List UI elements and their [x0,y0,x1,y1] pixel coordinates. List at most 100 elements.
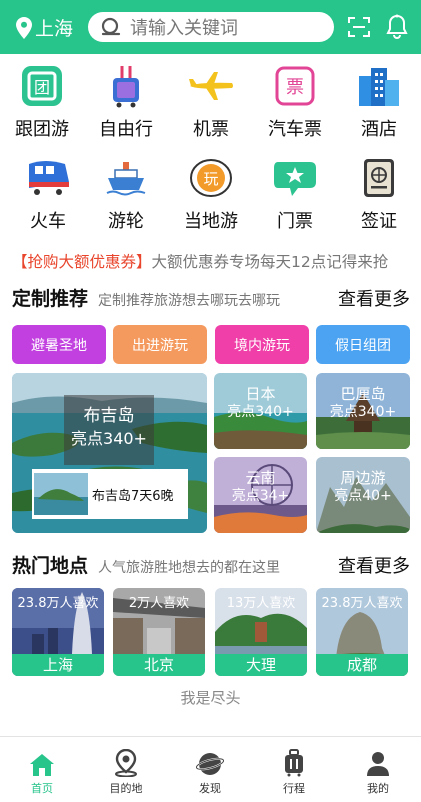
category-label: 当地游 [184,211,238,232]
category-cruises[interactable]: 游轮 [94,155,158,233]
card-name: 巴厘岛 [340,385,386,403]
tab-label: 行程 [283,782,305,795]
section-subtitle: 定制推荐旅游想去哪玩去哪玩 [98,293,281,309]
category-label: 自由行 [99,119,153,140]
featured-points: 亮点340+ [71,429,147,449]
featured-caption-box: 布吉岛7天6晚 [32,469,188,519]
place-city: 北京 [113,654,205,676]
tag-summer-resort[interactable]: 避暑圣地 [12,325,106,364]
card-overlay: 周边游 亮点40+ [316,469,410,505]
ticket-icon [274,162,316,196]
luggage-icon [113,66,139,108]
featured-info-overlay: 布吉岛 亮点340+ [64,395,154,465]
location-label: 上海 [35,18,74,40]
tag-domestic-travel[interactable]: 境内游玩 [215,325,309,364]
tab-itinerary[interactable]: 行程 [252,737,336,802]
category-local-tours[interactable]: 玩 当地游 [179,155,243,233]
category-label: 机票 [193,119,229,140]
hot-section-header: 热门地点 人气旅游胜地想去的都在这里 查看更多 [12,551,410,579]
view-more-link[interactable]: 查看更多 [338,552,410,578]
tab-home[interactable]: 首页 [0,737,84,802]
local-tour-icon: 玩 [190,159,232,197]
hotel-icon [359,68,399,106]
card-overlay: 日本 亮点340+ [214,385,307,421]
group-tour-icon: 团 [22,66,62,106]
coupon-title: 【抢购大额优惠券】 [12,253,152,271]
card-overlay: 云南 亮点34+ [214,469,307,505]
card-overlay: 巴厘岛 亮点340+ [316,385,410,421]
search-icon [101,17,121,36]
hot-place-chengdu[interactable]: 23.8万人喜欢 成都 [316,588,408,676]
category-trains[interactable]: 火车 [16,155,80,233]
section-title: 定制推荐 [12,288,89,310]
tag-outbound-travel[interactable]: 出进游玩 [113,325,207,364]
hot-place-shanghai[interactable]: 23.8万人喜欢 上海 [12,588,104,676]
category-tickets[interactable]: 门票 [263,155,327,233]
coupon-banner[interactable]: 【抢购大额优惠券】大额优惠券专场每天12点记得来抢 [12,250,412,272]
destination-card-yunnan[interactable]: 云南 亮点34+ [214,457,307,533]
passport-icon [364,159,394,197]
card-points: 亮点34+ [231,487,290,504]
category-independent-travel[interactable]: 自由行 [94,63,158,141]
place-likes: 2万人喜欢 [128,596,190,611]
destination-card-bali[interactable]: 巴厘岛 亮点340+ [316,373,410,449]
place-city: 上海 [12,654,104,676]
section-title: 热门地点 [12,555,89,577]
category-label: 汽车票 [268,119,322,140]
hot-place-dali[interactable]: 13万人喜欢 大理 [215,588,307,676]
category-hotels[interactable]: 酒店 [347,63,411,141]
place-city: 成都 [316,654,408,676]
cruise-ship-icon [106,162,146,196]
category-bus-tickets[interactable]: 票 汽车票 [263,63,327,141]
category-label: 酒店 [361,119,397,140]
category-label: 跟团游 [15,119,69,140]
place-likes: 13万人喜欢 [226,596,296,611]
featured-name: 布吉岛 [83,406,135,426]
tab-discover[interactable]: 发现 [168,737,252,802]
category-label: 游轮 [108,211,144,232]
svg-text:团: 团 [34,78,50,97]
train-icon [29,161,69,195]
tab-destination[interactable]: 目的地 [84,737,168,802]
custom-section-header: 定制推荐 定制推荐旅游想去哪玩去哪玩 查看更多 [12,284,410,312]
home-icon [30,754,54,776]
featured-destination-card[interactable]: 布吉岛 亮点340+ 布吉岛7天6晚 [12,373,207,533]
search-placeholder: 请输入关键词 [130,18,238,39]
tab-label: 我的 [367,782,389,795]
category-visa[interactable]: 签证 [347,155,411,233]
caption-thumbnail-photo [34,473,88,515]
featured-caption: 布吉岛7天6晚 [92,488,174,504]
category-label: 门票 [277,211,313,232]
category-group-tour[interactable]: 团 跟团游 [10,63,74,141]
top-header: 上海 请输入关键词 [0,0,421,54]
category-label: 火车 [30,211,66,232]
tab-label: 目的地 [109,782,143,795]
destination-card-nearby[interactable]: 周边游 亮点40+ [316,457,410,533]
card-name: 云南 [245,469,276,487]
bus-ticket-icon: 票 [275,66,315,106]
location-pin-icon [16,16,32,39]
svg-text:票: 票 [286,77,304,98]
bottom-tab-bar: 首页 目的地 发现 行程 我的 [0,736,421,802]
svg-text:玩: 玩 [203,170,218,188]
hot-place-beijing[interactable]: 2万人喜欢 北京 [113,588,205,676]
discover-icon [196,753,224,775]
end-of-list-text: 我是尽头 [180,689,241,707]
category-label: 签证 [361,211,397,232]
profile-icon [367,752,389,776]
tab-profile[interactable]: 我的 [336,737,420,802]
destination-icon [115,749,137,777]
card-points: 亮点340+ [227,403,294,420]
tag-holiday-group[interactable]: 假日组团 [316,325,410,364]
bell-icon[interactable] [386,14,408,40]
itinerary-icon [285,749,303,777]
destination-card-japan[interactable]: 日本 亮点340+ [214,373,307,449]
location-selector[interactable]: 上海 [16,14,73,41]
section-subtitle: 人气旅游胜地想去的都在这里 [98,560,281,576]
tab-label: 发现 [199,782,221,795]
category-flights[interactable]: 机票 [179,63,243,141]
view-more-link[interactable]: 查看更多 [338,285,410,311]
place-city: 大理 [215,654,307,676]
scan-icon[interactable] [347,16,371,38]
search-input[interactable]: 请输入关键词 [88,12,334,42]
